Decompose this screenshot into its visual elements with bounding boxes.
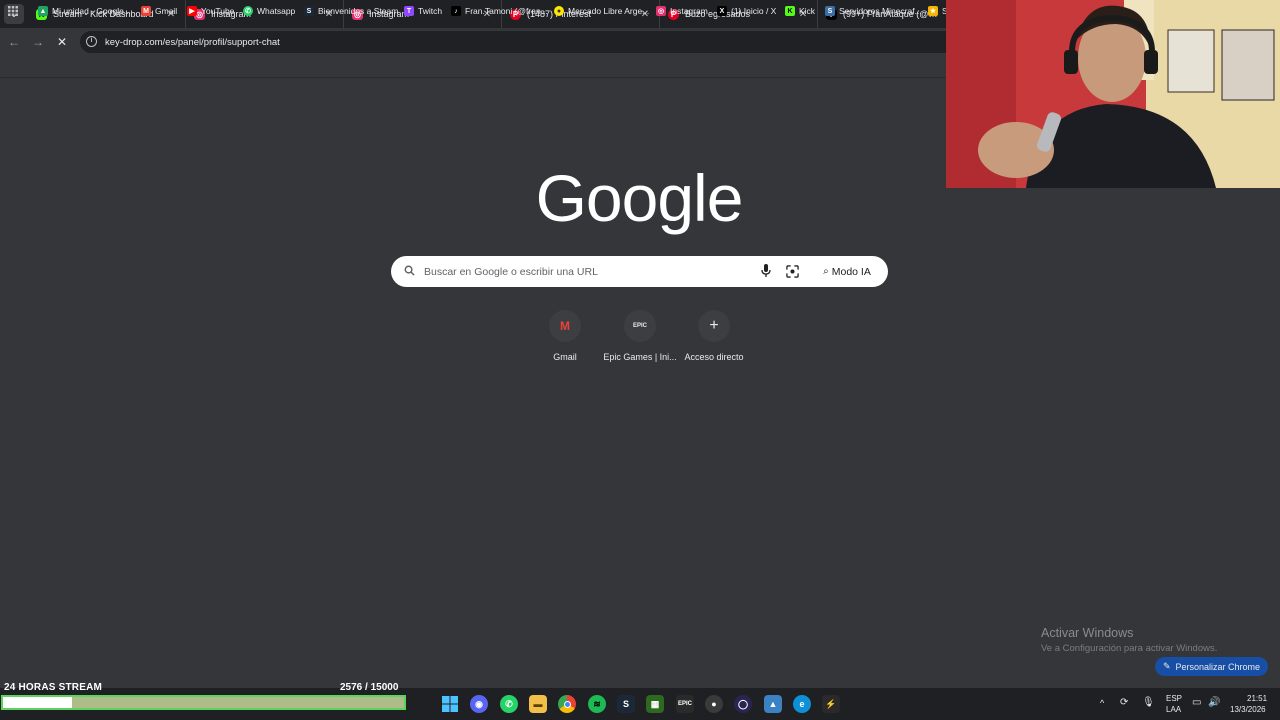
stop-loading-icon[interactable]: ✕ — [54, 34, 70, 50]
bookmark-label: Mi unidad - Google... — [52, 6, 131, 16]
bookmark-tiktok[interactable]: ♪ Fran.Tamoni (@fran... — [451, 5, 548, 17]
network-icon[interactable]: ▭ — [1192, 697, 1201, 708]
epic-games-icon: EPIC — [624, 310, 656, 342]
bookmark-kick[interactable]: K Kick — [785, 5, 815, 17]
shortcut-epic-games[interactable]: EPIC Epic Games | Ini... — [603, 310, 677, 370]
sync-icon[interactable]: ⟳ — [1120, 697, 1128, 708]
bookmark-mercadolibre[interactable]: ● Mercado Libre Arge... — [554, 5, 649, 17]
bookmark-label: (1) Inicio / X — [731, 6, 777, 16]
volume-icon[interactable]: 🔊 — [1208, 697, 1220, 708]
chrome-icon[interactable] — [558, 695, 576, 713]
microphone-tray-icon[interactable]: 🎙 — [1142, 697, 1155, 708]
bookmark-minecraft[interactable]: S Servidores Minecraf... — [825, 5, 922, 17]
tiktok-icon: ♪ — [451, 6, 461, 16]
steam-icon: S — [304, 6, 314, 16]
windows-start-icon[interactable] — [441, 695, 459, 713]
photos-icon[interactable]: ▲ — [764, 695, 782, 713]
url-text[interactable]: key-drop.com/es/panel/profil/support-cha… — [105, 37, 280, 48]
edge-icon[interactable]: e — [793, 695, 811, 713]
bookmark-label: Servidores Minecraf... — [839, 6, 922, 16]
epic-games-launcher-icon[interactable]: EPIC — [676, 695, 694, 713]
bookmark-label: Whatsapp — [257, 6, 296, 16]
file-explorer-icon[interactable]: ▬ — [529, 695, 547, 713]
shortcut-label: Epic Games | Ini... — [603, 352, 677, 362]
customize-chrome-label: Personalizar Chrome — [1175, 661, 1261, 672]
bookmark-x[interactable]: X (1) Inicio / X — [717, 5, 776, 17]
kick-icon: K — [785, 6, 795, 16]
ai-mode-label: Modo IA — [831, 265, 871, 278]
bookmark-label: Instagram — [670, 6, 708, 16]
bookmark-label: YouTube — [201, 6, 235, 16]
activate-windows-title: Activar Windows — [1041, 626, 1134, 640]
spotify-icon[interactable]: ≋ — [588, 695, 606, 713]
discord-icon[interactable]: ◉ — [470, 695, 488, 713]
language-secondary[interactable]: LAA — [1166, 705, 1181, 714]
chevron-up-icon[interactable]: ^ — [1100, 698, 1104, 708]
app-circle-icon[interactable]: ◯ — [734, 695, 752, 713]
mercadolibre-icon: ● — [554, 6, 564, 16]
stream-goal-progress-bar — [1, 695, 406, 710]
instagram-icon: ◎ — [656, 6, 666, 16]
shortcut-add[interactable]: + Acceso directo — [677, 310, 751, 370]
back-arrow-icon[interactable]: ← — [6, 34, 22, 50]
clock-time[interactable]: 21:51 — [1247, 694, 1267, 703]
ai-mode-button[interactable]: ⌕ Modo IA — [814, 262, 880, 281]
clock-date[interactable]: 13/3/2026 — [1230, 705, 1266, 714]
bookmark-whatsapp[interactable]: ✆ Whatsapp — [243, 5, 295, 17]
customize-chrome-button[interactable]: ✎ Personalizar Chrome — [1155, 657, 1268, 676]
obs-icon[interactable]: ● — [705, 695, 723, 713]
google-drive-icon: ▲ — [38, 6, 48, 16]
plus-icon: + — [698, 310, 730, 342]
bookmark-label: Gmail — [155, 6, 178, 16]
forward-arrow-icon[interactable]: → — [30, 34, 46, 50]
twitch-icon: T — [404, 6, 414, 16]
bookmark-label: Fran.Tamoni (@fran... — [465, 6, 548, 16]
bookmark-label: Bienvenidos a Steam — [318, 6, 399, 16]
minecraft-icon: S — [825, 6, 835, 16]
gmail-icon: M — [549, 310, 581, 342]
shortcut-label: Acceso directo — [684, 352, 744, 362]
language-primary[interactable]: ESP — [1166, 694, 1182, 703]
steam-taskbar-icon[interactable]: S — [617, 695, 635, 713]
bookmark-icon: ★ — [928, 6, 938, 16]
bookmark-instagram[interactable]: ◎ Instagram — [656, 5, 708, 17]
x-icon: X — [717, 6, 727, 16]
whatsapp-taskbar-icon[interactable]: ✆ — [500, 695, 518, 713]
bookmark-label: Twitch — [418, 6, 443, 16]
bookmark-gmail[interactable]: M Gmail — [141, 5, 177, 17]
search-input[interactable] — [424, 263, 744, 280]
search-icon — [404, 265, 415, 276]
site-info-icon[interactable]: i — [86, 36, 97, 47]
shortcut-label: Gmail — [553, 352, 577, 362]
bookmark-overflow[interactable]: ★ S — [928, 5, 948, 17]
youtube-icon: ▶ — [187, 6, 197, 16]
shortcut-gmail[interactable]: M Gmail — [528, 310, 602, 370]
power-app-icon[interactable]: ⚡ — [822, 695, 840, 713]
apps-grid-icon[interactable] — [8, 5, 18, 17]
whatsapp-icon: ✆ — [243, 6, 253, 16]
bookmark-label: Mercado Libre Arge... — [568, 6, 650, 16]
microphone-icon[interactable] — [760, 263, 772, 279]
bookmark-youtube[interactable]: ▶ YouTube — [187, 5, 234, 17]
stream-goal-count: 2576 / 15000 — [340, 682, 399, 693]
bookmark-google-drive[interactable]: ▲ Mi unidad - Google... — [38, 5, 131, 17]
ai-search-icon: ⌕ — [823, 266, 829, 277]
stream-goal-progress-fill — [3, 697, 72, 708]
google-lens-icon[interactable] — [786, 265, 799, 278]
activate-windows-subtitle: Ve a Configuración para activar Windows. — [1041, 643, 1218, 654]
gmail-icon: M — [141, 6, 151, 16]
bookmark-label: Kick — [799, 6, 816, 16]
bookmark-steam[interactable]: S Bienvenidos a Steam — [304, 5, 398, 17]
stream-goal-title: 24 HORAS STREAM — [4, 682, 103, 693]
pencil-icon: ✎ — [1162, 661, 1171, 671]
minecraft-launcher-icon[interactable]: ▦ — [646, 695, 664, 713]
bookmark-twitch[interactable]: T Twitch — [404, 5, 442, 17]
webcam-overlay — [946, 0, 1280, 188]
webcam-feed-image — [946, 0, 1280, 188]
